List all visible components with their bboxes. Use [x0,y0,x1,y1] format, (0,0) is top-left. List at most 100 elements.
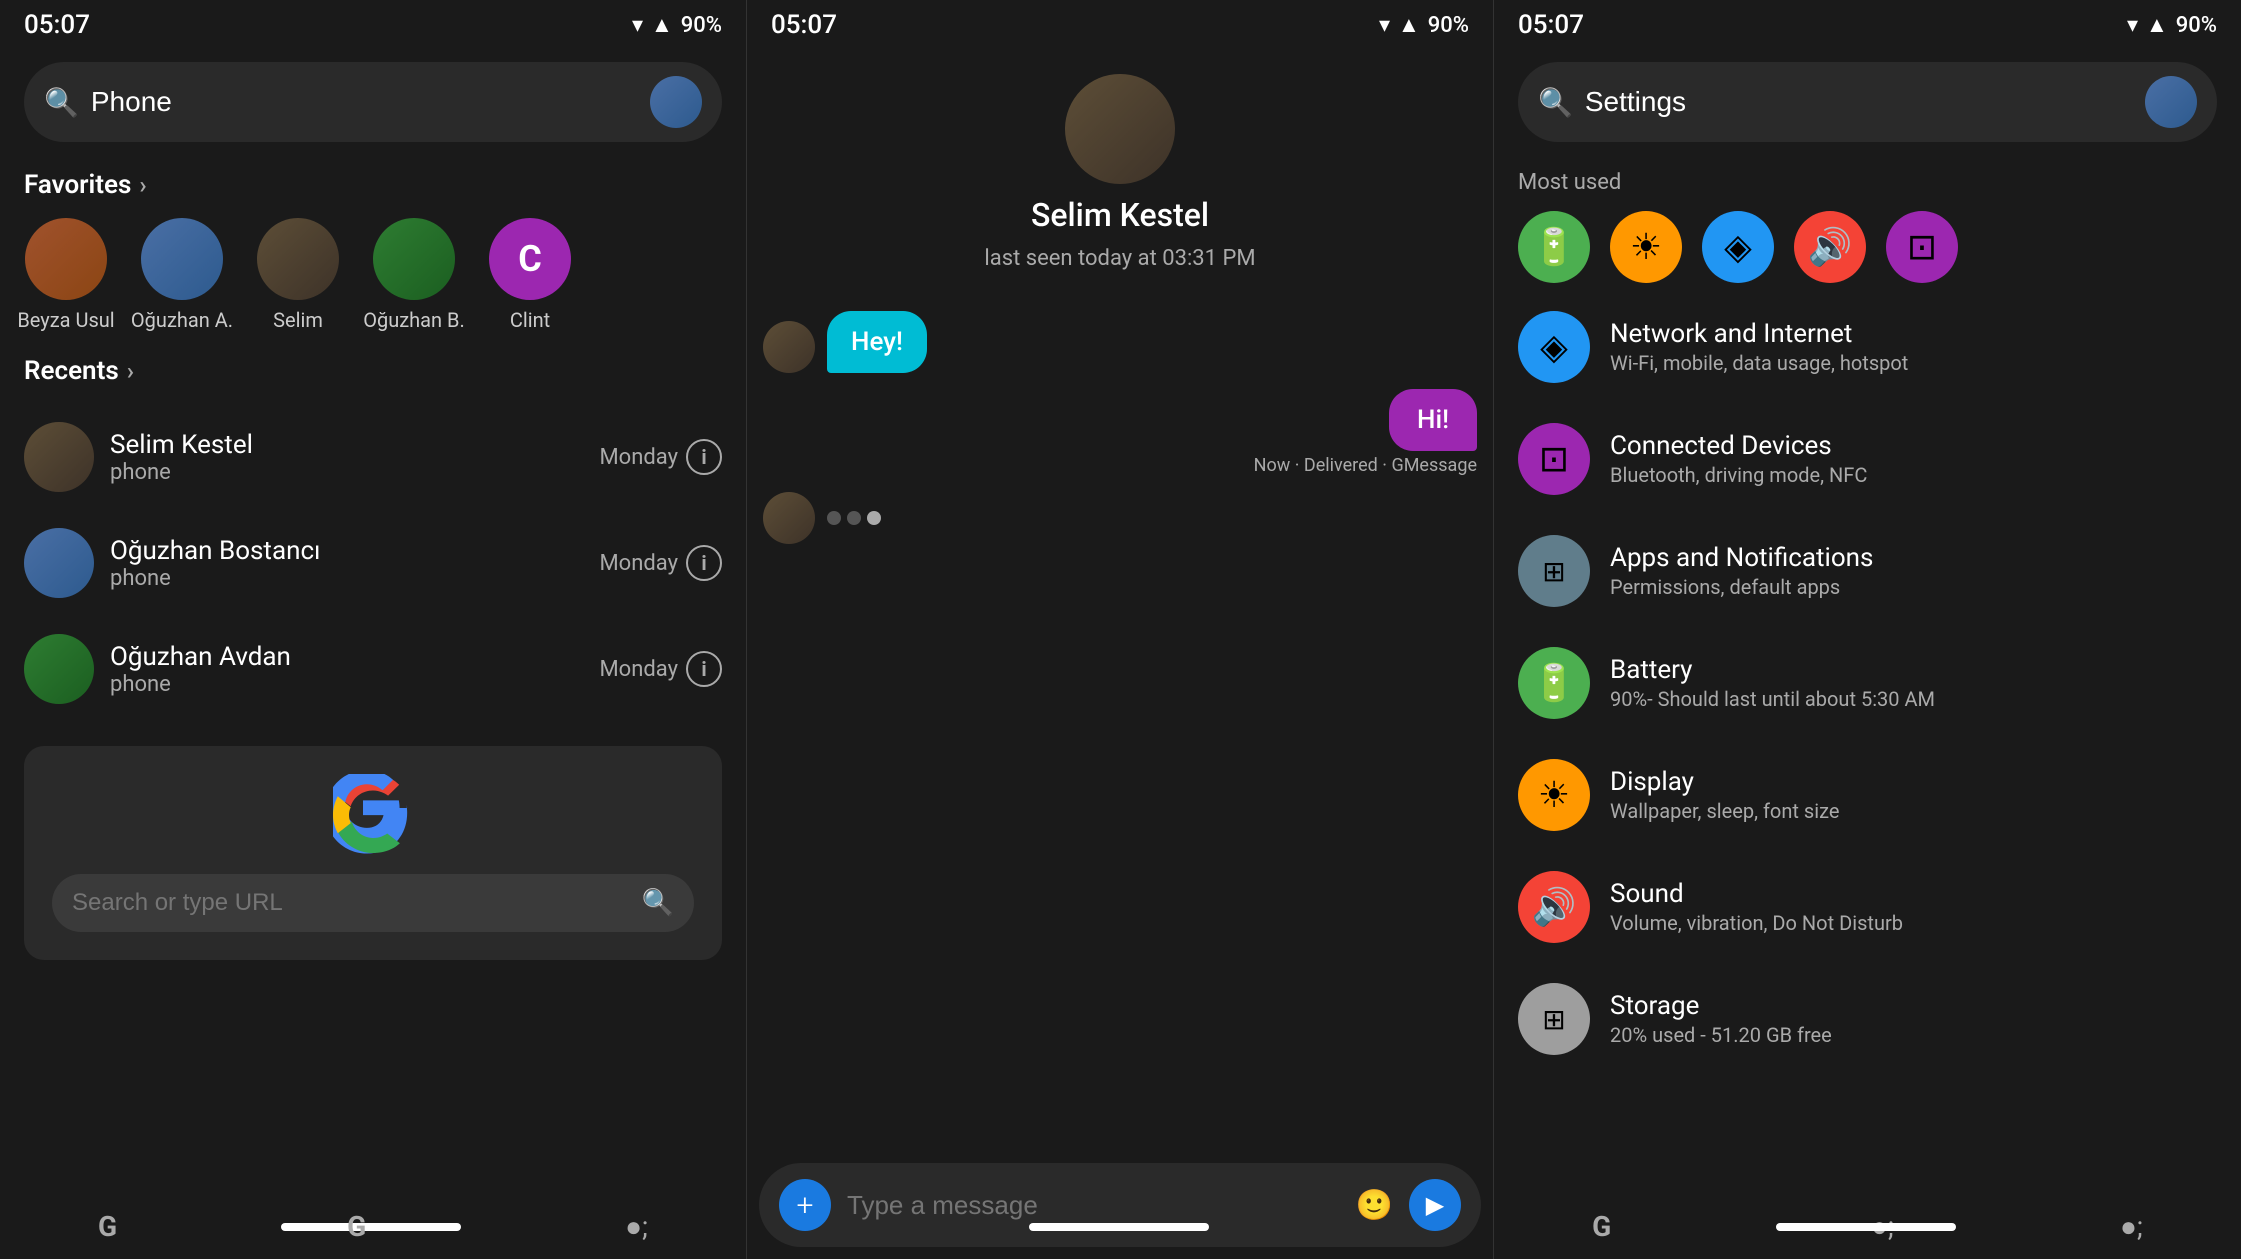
msg-meta: Now · Delivered · GMessage [1254,455,1477,476]
recent-selim-kestel[interactable]: Selim Kestel phone Monday i [0,404,746,510]
recent-name-selim: Selim Kestel [110,430,583,460]
battery-text: Battery 90%- Should last until about 5:3… [1610,655,2217,711]
quick-display-icon[interactable]: ☀ [1610,211,1682,283]
settings-display[interactable]: ☀ Display Wallpaper, sleep, font size [1494,739,2241,851]
home-gesture-2 [1029,1223,1209,1231]
display-title: Display [1610,767,2217,797]
info-btn-oguzhan-bost[interactable]: i [686,545,722,581]
favorites-chevron[interactable]: › [139,171,146,199]
dot-2 [847,511,861,525]
phone-panel: 05:07 ▾ ▲ 90% 🔍 Phone Favorites › Beyza … [0,0,747,1259]
wifi-status-icon-3: ▾ [2127,13,2138,38]
recent-avatar-selim [24,422,94,492]
settings-search-bar[interactable]: 🔍 Settings [1518,62,2217,142]
info-btn-selim[interactable]: i [686,439,722,475]
network-text: Network and Internet Wi-Fi, mobile, data… [1610,319,2217,375]
recent-time-oguzhan-av: Monday i [599,651,722,687]
nav-bar-3: G ●; [1494,1194,2241,1259]
phone-search-input[interactable]: Phone [91,86,638,118]
most-used-label: Most used [1518,170,2217,195]
time-1: 05:07 [24,10,90,40]
battery-status-3: 90% [2176,13,2217,38]
recent-oguzhan-av[interactable]: Oğuzhan Avdan phone Monday i [0,616,746,722]
settings-apps[interactable]: ⊞ Apps and Notifications Permissions, de… [1494,515,2241,627]
settings-storage[interactable]: ⊞ Storage 20% used - 51.20 GB free [1494,963,2241,1075]
recent-type-oguzhan-av: phone [110,672,583,697]
storage-text: Storage 20% used - 51.20 GB free [1610,991,2217,1047]
status-bar-2: 05:07 ▾ ▲ 90% [747,0,1493,50]
battery-status-1: 90% [681,13,722,38]
wifi-status-icon: ▾ [632,13,643,38]
recent-info-selim: Selim Kestel phone [110,430,583,485]
battery-subtitle: 90%- Should last until about 5:30 AM [1610,687,2217,711]
settings-network[interactable]: ◈ Network and Internet Wi-Fi, mobile, da… [1494,291,2241,403]
apps-title: Apps and Notifications [1610,543,2217,573]
quick-connected-icon[interactable]: ⊡ [1886,211,1958,283]
network-subtitle: Wi-Fi, mobile, data usage, hotspot [1610,351,2217,375]
recent-type-selim: phone [110,460,583,485]
home-gesture-3 [1776,1223,1956,1231]
display-settings-icon: ☀ [1518,759,1590,831]
google-logo [333,774,413,854]
search-icon-settings: 🔍 [1538,86,1573,119]
quick-icons-row: 🔋 ☀ ◈ 🔊 ⊡ [1518,211,2217,283]
fav-avatar-beyza [25,218,107,300]
assistant-nav-3: ●; [2120,1210,2143,1243]
message-area: Hey! Hi! Now · Delivered · GMessage [747,295,1493,1155]
settings-connected[interactable]: ⊡ Connected Devices Bluetooth, driving m… [1494,403,2241,515]
url-search-input[interactable] [72,889,630,917]
signal-icon-2: ▲ [1398,12,1420,38]
google-search-bar[interactable]: 🔍 [52,874,694,932]
recent-avatar-oguzhan-av [24,634,94,704]
battery-settings-icon: 🔋 [1518,647,1590,719]
recents-chevron[interactable]: › [127,357,134,385]
apps-text: Apps and Notifications Permissions, defa… [1610,543,2217,599]
recent-info-oguzhan-av: Oğuzhan Avdan phone [110,642,583,697]
recents-label: Recents [24,356,119,386]
wifi-status-icon-2: ▾ [1379,13,1390,38]
settings-search-input[interactable]: Settings [1585,86,2133,118]
message-received-hey: Hey! [763,311,927,373]
battery-status-2: 90% [1428,13,1469,38]
dot-1 [827,511,841,525]
settings-battery[interactable]: 🔋 Battery 90%- Should last until about 5… [1494,627,2241,739]
favorite-selim[interactable]: Selim [248,218,348,332]
sound-settings-icon: 🔊 [1518,871,1590,943]
quick-battery-icon[interactable]: 🔋 [1518,211,1590,283]
connected-text: Connected Devices Bluetooth, driving mod… [1610,431,2217,487]
settings-list: ◈ Network and Internet Wi-Fi, mobile, da… [1494,291,2241,1194]
battery-title: Battery [1610,655,2217,685]
quick-wifi-icon[interactable]: ◈ [1702,211,1774,283]
fav-name-clint: Clint [510,308,550,332]
quick-sound-icon[interactable]: 🔊 [1794,211,1866,283]
fav-name-oguzhan-b: Oğuzhan B. [363,308,465,332]
favorite-clint[interactable]: C Clint [480,218,580,332]
user-avatar-1 [650,76,702,128]
recent-avatar-oguzhan-bost [24,528,94,598]
fav-avatar-clint: C [489,218,571,300]
fav-avatar-selim [257,218,339,300]
display-text: Display Wallpaper, sleep, font size [1610,767,2217,823]
recent-oguzhan-bost[interactable]: Oğuzhan Bostancı phone Monday i [0,510,746,616]
favorite-oguzhan-a[interactable]: Oğuzhan A. [132,218,232,332]
phone-search-bar[interactable]: 🔍 Phone [24,62,722,142]
contact-name: Selim Kestel [1031,196,1209,234]
status-icons-2: ▾ ▲ 90% [1379,12,1469,38]
favorite-beyza[interactable]: Beyza Usul [16,218,116,332]
google-nav-3: G [1592,1210,1611,1243]
settings-sound[interactable]: 🔊 Sound Volume, vibration, Do Not Distur… [1494,851,2241,963]
recent-info-oguzhan-bost: Oğuzhan Bostancı phone [110,536,583,591]
bubble-hi: Hi! [1389,389,1477,451]
recents-header: Recents › [0,340,746,396]
connected-subtitle: Bluetooth, driving mode, NFC [1610,463,2217,487]
apps-icon: ⊞ [1518,535,1590,607]
contact-avatar [1065,74,1175,184]
most-used-section: Most used 🔋 ☀ ◈ 🔊 ⊡ [1494,154,2241,291]
network-title: Network and Internet [1610,319,2217,349]
fav-name-oguzhan-a: Oğuzhan A. [131,308,233,332]
info-btn-oguzhan-av[interactable]: i [686,651,722,687]
favorites-row: Beyza Usul Oğuzhan A. Selim Oğuzhan B. C… [0,210,746,340]
favorite-oguzhan-b[interactable]: Oğuzhan B. [364,218,464,332]
msg-avatar-received [763,321,815,373]
status-bar-3: 05:07 ▾ ▲ 90% [1494,0,2241,50]
